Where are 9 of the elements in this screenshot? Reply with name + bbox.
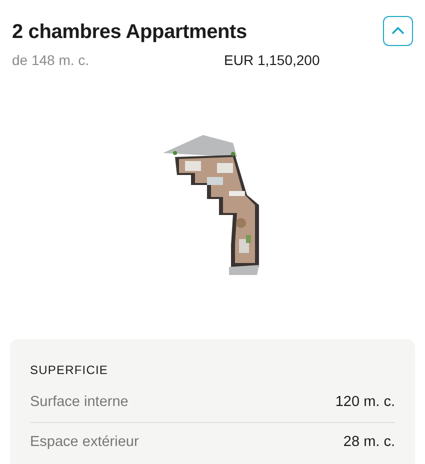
collapse-button[interactable] [383,16,413,46]
row-value: 28 m. c. [343,432,395,452]
section-heading: SUPERFICIE [30,362,110,379]
row-value: 120 m. c. [335,393,395,412]
row-label: Espace extérieur [30,432,139,452]
title: 2 chambres Appartments [12,20,247,44]
size-text: de 148 m. c. [12,51,90,70]
row-label: Surface interne [30,393,128,412]
price-text: EUR 1,150,200 [224,51,320,70]
